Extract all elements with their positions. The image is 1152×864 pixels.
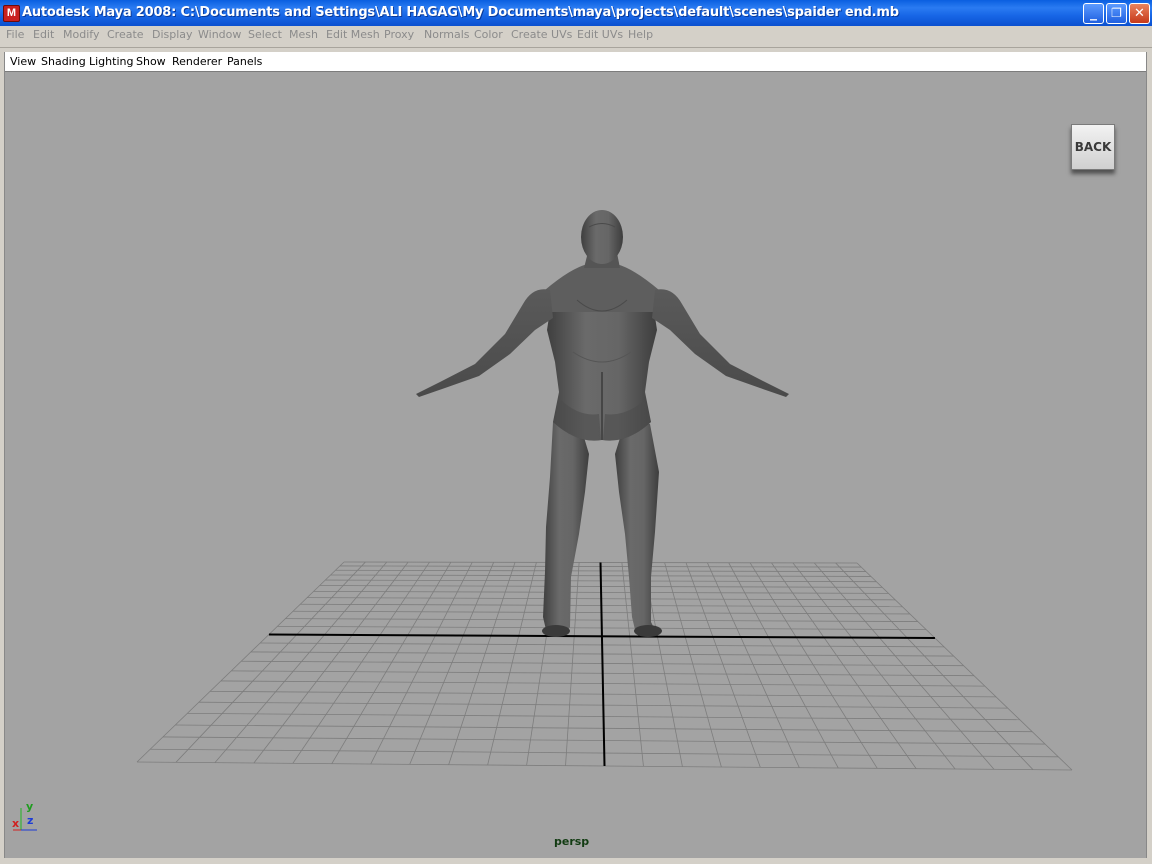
title-bar[interactable]: M Autodesk Maya 2008: C:\Documents and S… [0, 0, 1152, 26]
close-icon: ✕ [1134, 6, 1145, 21]
panel-menu-panels[interactable]: Panels [227, 55, 262, 68]
panel-menu-renderer[interactable]: Renderer [172, 55, 222, 68]
panel-menu-lighting[interactable]: Lighting [89, 55, 133, 68]
menu-edit-mesh[interactable]: Edit Mesh [326, 28, 380, 41]
menu-help[interactable]: Help [628, 28, 653, 41]
menu-mesh[interactable]: Mesh [289, 28, 318, 41]
humanoid-model[interactable] [416, 210, 789, 637]
menu-window[interactable]: Window [198, 28, 241, 41]
panel-menu-show[interactable]: Show [136, 55, 166, 68]
menu-modify[interactable]: Modify [63, 28, 99, 41]
menu-proxy[interactable]: Proxy [384, 28, 414, 41]
menu-file[interactable]: File [6, 28, 24, 41]
minimize-icon: _ [1090, 5, 1097, 21]
menu-display[interactable]: Display [152, 28, 193, 41]
menu-separator [0, 47, 1152, 48]
axis-indicator: x y z [11, 800, 51, 840]
maya-app-icon[interactable]: M [3, 5, 20, 22]
menu-select[interactable]: Select [248, 28, 282, 41]
axis-y-label: y [26, 800, 34, 813]
close-button[interactable]: ✕ [1129, 3, 1150, 24]
menu-edit-uvs[interactable]: Edit UVs [577, 28, 623, 41]
menu-create[interactable]: Create [107, 28, 144, 41]
menu-create-uvs[interactable]: Create UVs [511, 28, 572, 41]
model-panel: View Shading Lighting Show Renderer Pane… [4, 52, 1147, 858]
panel-menu-view[interactable]: View [10, 55, 36, 68]
minimize-button[interactable]: _ [1083, 3, 1104, 24]
menu-color[interactable]: Color [474, 28, 503, 41]
view-cube-back-button[interactable]: BACK [1071, 124, 1115, 170]
menu-edit[interactable]: Edit [33, 28, 54, 41]
axis-x-label: x [12, 817, 20, 830]
axis-z-label: z [27, 814, 34, 827]
camera-name-label: persp [554, 835, 590, 848]
menu-normals[interactable]: Normals [424, 28, 470, 41]
panel-menu-shading[interactable]: Shading [41, 55, 86, 68]
window-title: Autodesk Maya 2008: C:\Documents and Set… [22, 5, 899, 20]
ground-grid [136, 561, 1073, 771]
restore-icon: ❐ [1111, 6, 1122, 20]
perspective-viewport[interactable]: BACK x y z persp [5, 72, 1146, 858]
main-menu-bar: File Edit Modify Create Display Window S… [0, 26, 1152, 46]
panel-menu-bar: View Shading Lighting Show Renderer Pane… [5, 52, 1146, 72]
restore-button[interactable]: ❐ [1106, 3, 1127, 24]
